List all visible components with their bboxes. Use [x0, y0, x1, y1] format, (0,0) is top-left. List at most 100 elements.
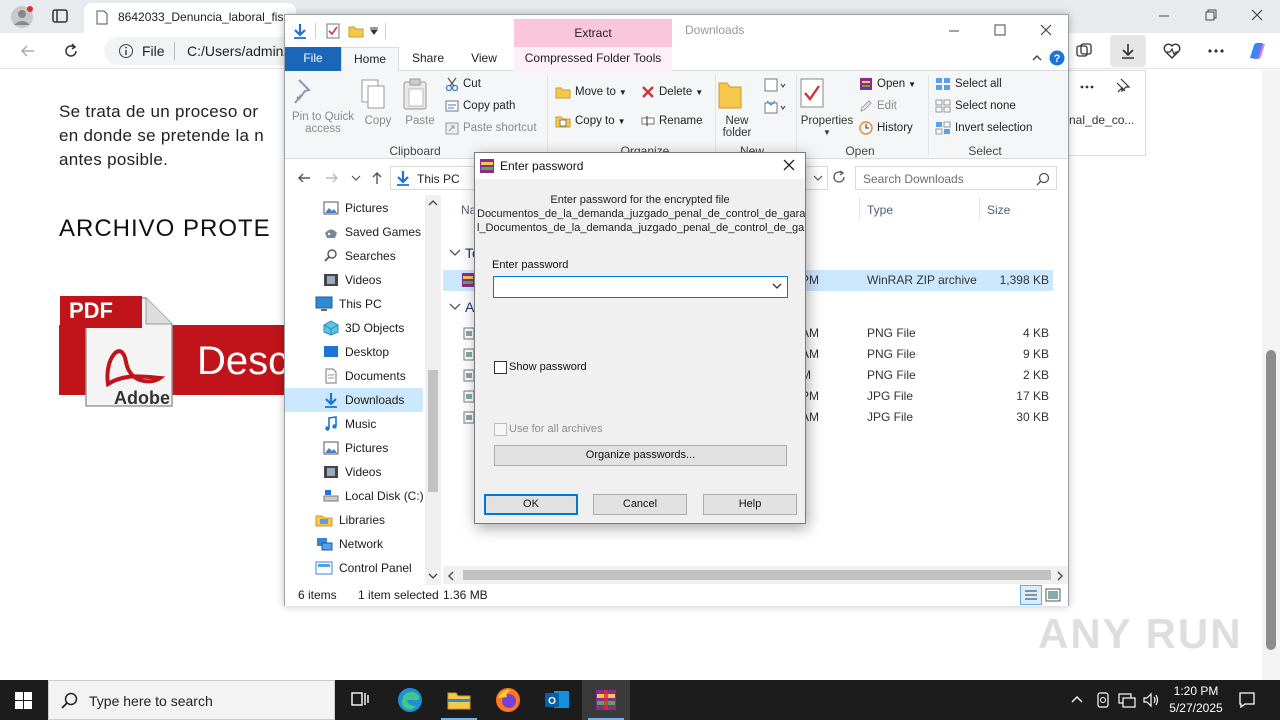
group-collapse-icon[interactable]: [449, 249, 461, 257]
close-icon[interactable]: [783, 159, 795, 171]
paste-shortcut-button[interactable]: Paste shortcut: [445, 118, 537, 138]
collections-icon[interactable]: [1075, 42, 1093, 60]
pdf-logo[interactable]: PDF Adobe: [60, 292, 176, 410]
show-password-label[interactable]: Show password: [509, 361, 587, 373]
column-header-type[interactable]: Type: [867, 203, 893, 217]
winrar-taskbar-icon[interactable]: [582, 680, 630, 720]
downloads-panel-filename[interactable]: nal_de_co...: [1069, 113, 1134, 127]
refresh-icon[interactable]: [832, 170, 846, 184]
navigation-scrollbar[interactable]: [425, 195, 441, 585]
recent-locations-icon[interactable]: [351, 174, 361, 182]
nav-item-videos[interactable]: Videos: [323, 460, 381, 484]
properties-qat-icon[interactable]: [325, 23, 341, 39]
tab-actions-icon[interactable]: [52, 8, 68, 24]
use-for-all-checkbox[interactable]: [494, 423, 507, 436]
details-view-button[interactable]: [1020, 585, 1042, 605]
address-breadcrumb[interactable]: This PC: [417, 172, 460, 186]
paste-button[interactable]: Paste: [401, 77, 439, 127]
nav-item-desktop[interactable]: Desktop: [323, 340, 389, 364]
maximize-icon[interactable]: [994, 24, 1006, 36]
help-icon[interactable]: ?: [1049, 50, 1065, 66]
more-icon[interactable]: [1079, 79, 1095, 95]
back-icon[interactable]: [297, 171, 311, 185]
copilot-icon[interactable]: [1246, 40, 1268, 62]
tab-view[interactable]: View: [459, 47, 509, 71]
notifications-icon[interactable]: [1238, 691, 1256, 709]
start-icon[interactable]: [15, 692, 32, 709]
nav-item-control-panel[interactable]: Control Panel: [315, 556, 412, 580]
copy-to-button[interactable]: Copy to ▼: [555, 111, 626, 131]
explorer-search-box[interactable]: Search Downloads: [855, 166, 1057, 190]
scroll-down-icon[interactable]: [428, 572, 438, 580]
nav-item-3d-objects[interactable]: 3D Objects: [323, 316, 404, 340]
pin-quick-access-button[interactable]: Pin to Quick access: [291, 77, 355, 135]
tab-share[interactable]: Share: [403, 47, 453, 71]
nav-item-libraries[interactable]: Libraries: [315, 508, 385, 532]
close-icon[interactable]: [1251, 9, 1263, 21]
large-icons-view-button[interactable]: [1045, 588, 1061, 602]
search-icon[interactable]: [1036, 172, 1050, 186]
new-folder-qat-icon[interactable]: [348, 23, 364, 39]
scroll-right-icon[interactable]: [1056, 571, 1064, 581]
rename-button[interactable]: Rename: [641, 111, 702, 131]
nav-item-local-disk[interactable]: Local Disk (C:): [323, 484, 424, 508]
tab-compressed-folder-tools[interactable]: Compressed Folder Tools: [514, 47, 672, 71]
file-explorer-taskbar-icon[interactable]: [435, 680, 483, 720]
clock[interactable]: 1:20 PM 5/27/2025: [1164, 683, 1228, 717]
scroll-left-icon[interactable]: [447, 571, 455, 581]
page-scrollbar[interactable]: [1262, 70, 1280, 680]
nav-item-downloads[interactable]: Downloads: [285, 388, 423, 412]
nav-item-videos[interactable]: Videos: [323, 268, 381, 292]
column-header-size[interactable]: Size: [987, 203, 1010, 217]
organize-passwords-button[interactable]: Organize passwords...: [494, 445, 787, 466]
back-icon[interactable]: [20, 43, 36, 59]
taskbar-search[interactable]: Type here to search: [48, 680, 335, 720]
scrollbar-thumb[interactable]: [1266, 350, 1276, 650]
copy-path-button[interactable]: Copy path: [445, 96, 515, 116]
network-icon[interactable]: [1118, 691, 1136, 709]
pin-icon[interactable]: [1115, 77, 1131, 93]
tab-home[interactable]: Home: [341, 47, 399, 71]
group-header-earlier[interactable]: A: [465, 299, 474, 315]
nav-item-documents[interactable]: Documents: [323, 364, 406, 388]
nav-item-this-pc[interactable]: This PC: [315, 292, 382, 316]
info-icon[interactable]: [118, 43, 134, 59]
nav-item-music[interactable]: Music: [323, 412, 376, 436]
nav-item-pictures[interactable]: Pictures: [323, 196, 388, 220]
nav-item-saved-games[interactable]: Saved Games: [323, 220, 421, 244]
easy-access-icon[interactable]: [763, 99, 787, 117]
forward-icon[interactable]: [325, 171, 339, 185]
downloads-button[interactable]: [1110, 35, 1146, 67]
new-item-icon[interactable]: [763, 77, 787, 95]
scrollbar-thumb[interactable]: [463, 570, 1051, 580]
qat-dropdown-icon[interactable]: [370, 27, 378, 35]
delete-button[interactable]: Delete ▼: [641, 82, 703, 102]
close-icon[interactable]: [1040, 24, 1052, 36]
horizontal-scrollbar[interactable]: [443, 566, 1068, 584]
device-icon[interactable]: [1095, 691, 1111, 709]
refresh-icon[interactable]: [63, 43, 79, 59]
password-input[interactable]: [493, 276, 788, 298]
volume-icon[interactable]: [1142, 691, 1160, 709]
tab-file[interactable]: File: [285, 47, 341, 71]
restore-icon[interactable]: [1205, 9, 1217, 21]
scroll-up-icon[interactable]: [428, 199, 438, 207]
address-dropdown-icon[interactable]: [813, 174, 823, 182]
copy-button[interactable]: Copy: [359, 77, 397, 127]
history-button[interactable]: History: [859, 118, 913, 138]
minimize-icon[interactable]: [948, 24, 960, 36]
ok-button[interactable]: OK: [484, 494, 578, 515]
task-view-icon[interactable]: [336, 680, 384, 720]
collapse-ribbon-icon[interactable]: [1031, 52, 1043, 64]
outlook-taskbar-icon[interactable]: O: [533, 680, 581, 720]
browser-tab[interactable]: 8642033_Denuncia_laboral_fisca: [84, 3, 296, 33]
invert-selection-button[interactable]: Invert selection: [935, 118, 1032, 138]
minimize-icon[interactable]: [1158, 9, 1170, 21]
new-folder-button[interactable]: New folder: [717, 77, 757, 139]
cut-button[interactable]: Cut: [445, 74, 481, 94]
move-to-button[interactable]: Move to ▼: [555, 82, 627, 102]
select-all-button[interactable]: Select all: [935, 74, 1002, 94]
edit-button[interactable]: Edit: [859, 96, 897, 116]
show-password-checkbox[interactable]: [494, 361, 507, 374]
profile-icon[interactable]: [10, 5, 34, 29]
